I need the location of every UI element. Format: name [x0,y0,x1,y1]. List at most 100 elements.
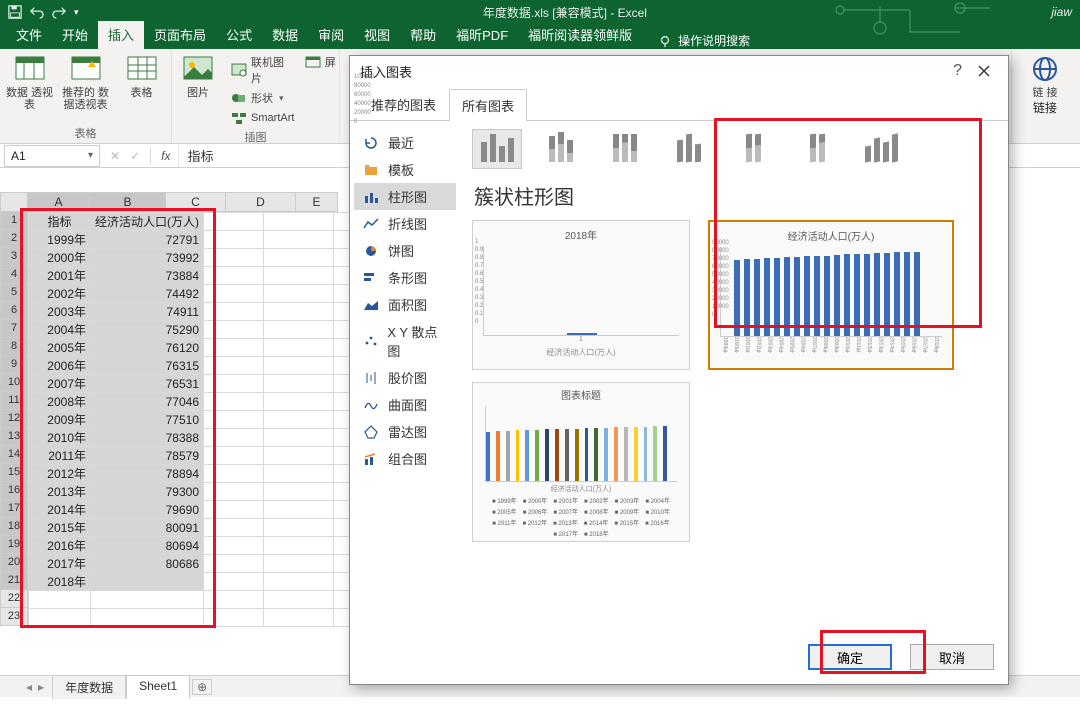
row-header[interactable]: 7 [0,320,28,338]
cell[interactable] [204,483,264,501]
ok-button[interactable]: 确定 [808,644,892,670]
cell[interactable] [204,519,264,537]
cell[interactable]: 2012年 [29,465,91,483]
cell[interactable]: 77510 [91,411,204,429]
cell[interactable]: 78579 [91,447,204,465]
row-headers[interactable]: 1234567891011121314151617181920212223 [0,212,28,626]
cell[interactable] [264,339,334,357]
chart-category-item[interactable]: 最近 [354,129,456,156]
row-header[interactable]: 17 [0,500,28,518]
cell[interactable]: 2002年 [29,285,91,303]
column-headers[interactable]: ABCDE [28,192,338,212]
tab-1[interactable]: 开始 [52,21,98,49]
cell[interactable] [204,393,264,411]
cell[interactable] [264,285,334,303]
cells[interactable]: 指标经济活动人口(万人)1999年727912000年739922001年738… [28,212,376,627]
row-header[interactable]: 19 [0,536,28,554]
row-header[interactable]: 14 [0,446,28,464]
row-header[interactable]: 10 [0,374,28,392]
cell[interactable]: 指标 [29,213,91,231]
cell[interactable]: 2016年 [29,537,91,555]
col-header[interactable]: E [296,192,338,212]
cell[interactable] [204,339,264,357]
cell[interactable]: 2018年 [29,573,91,591]
cell[interactable] [204,447,264,465]
row-header[interactable]: 3 [0,248,28,266]
row-header[interactable]: 2 [0,230,28,248]
chart-category-item[interactable]: 折线图 [354,210,456,237]
cell[interactable]: 2000年 [29,249,91,267]
shapes-button[interactable]: 形状▾ [229,89,297,107]
chart-preview-2[interactable]: 经济活动人口(万人) 90000800007000060000500004000… [708,220,954,370]
cell[interactable]: 79690 [91,501,204,519]
cell[interactable] [264,483,334,501]
row-header[interactable]: 11 [0,392,28,410]
cell[interactable]: 2009年 [29,411,91,429]
subtype-3d-column[interactable] [856,129,906,169]
chart-category-item[interactable]: 曲面图 [354,391,456,418]
cell[interactable] [204,249,264,267]
cancel-button[interactable]: 取消 [910,644,994,670]
cell[interactable] [204,429,264,447]
redo-icon[interactable] [52,5,66,19]
tab-8[interactable]: 帮助 [400,21,446,49]
cell[interactable]: 78388 [91,429,204,447]
cell[interactable]: 80686 [91,555,204,573]
cell[interactable]: 2014年 [29,501,91,519]
cancel-entry-icon[interactable]: ✕ [110,149,120,163]
col-header[interactable]: C [166,192,226,212]
tab-10[interactable]: 福昕阅读器领鲜版 [518,21,642,49]
cell[interactable]: 74911 [91,303,204,321]
col-header[interactable]: A [28,192,90,212]
row-header[interactable]: 23 [0,608,28,626]
cell[interactable]: 76531 [91,375,204,393]
pivottable-button[interactable]: 数据 透视表 [5,53,55,111]
cell[interactable]: 2006年 [29,357,91,375]
tab-7[interactable]: 视图 [354,21,400,49]
subtype-3d-clustered[interactable] [664,129,714,169]
cell[interactable] [204,213,264,231]
cell[interactable] [264,303,334,321]
subtype-stacked-column[interactable] [536,129,586,169]
fx-icon[interactable]: fx [161,149,170,163]
cell[interactable] [264,321,334,339]
cell[interactable] [264,393,334,411]
chart-category-item[interactable]: 股价图 [354,364,456,391]
cell[interactable]: 78894 [91,465,204,483]
row-header[interactable]: 12 [0,410,28,428]
chart-category-item[interactable]: X Y 散点图 [354,318,456,364]
cell[interactable] [204,537,264,555]
cell[interactable] [91,591,204,609]
cell[interactable] [264,249,334,267]
row-header[interactable]: 15 [0,464,28,482]
tab-4[interactable]: 公式 [216,21,262,49]
cell[interactable] [204,501,264,519]
tab-5[interactable]: 数据 [262,21,308,49]
cell[interactable] [264,447,334,465]
cell[interactable] [264,267,334,285]
tab-0[interactable]: 文件 [6,21,52,49]
row-header[interactable]: 8 [0,338,28,356]
cell[interactable]: 经济活动人口(万人) [91,213,204,231]
chart-preview-3[interactable]: 图表标题 100000800006000040000200000 经济活动人口(… [472,382,690,542]
cell[interactable]: 72791 [91,231,204,249]
cell[interactable]: 2005年 [29,339,91,357]
screenshot-button[interactable]: 屏 [303,53,338,71]
tab-6[interactable]: 审阅 [308,21,354,49]
sheet-tab[interactable]: Sheet1 [126,675,190,699]
name-box[interactable]: A1 ▾ [4,145,100,167]
tab-2[interactable]: 插入 [98,21,144,49]
tab-3[interactable]: 页面布局 [144,21,216,49]
cell[interactable]: 80091 [91,519,204,537]
cell[interactable]: 2013年 [29,483,91,501]
close-icon[interactable] [970,60,998,82]
cell[interactable] [91,609,204,627]
online-pictures-button[interactable]: 联机图片 [229,53,297,87]
cell[interactable]: 76315 [91,357,204,375]
cell[interactable] [264,357,334,375]
cell[interactable]: 2004年 [29,321,91,339]
cell[interactable] [264,519,334,537]
chart-category-item[interactable]: 模板 [354,156,456,183]
tell-me-search[interactable]: 操作说明搜索 [646,32,762,49]
picture-button[interactable]: 图片 [173,53,223,99]
